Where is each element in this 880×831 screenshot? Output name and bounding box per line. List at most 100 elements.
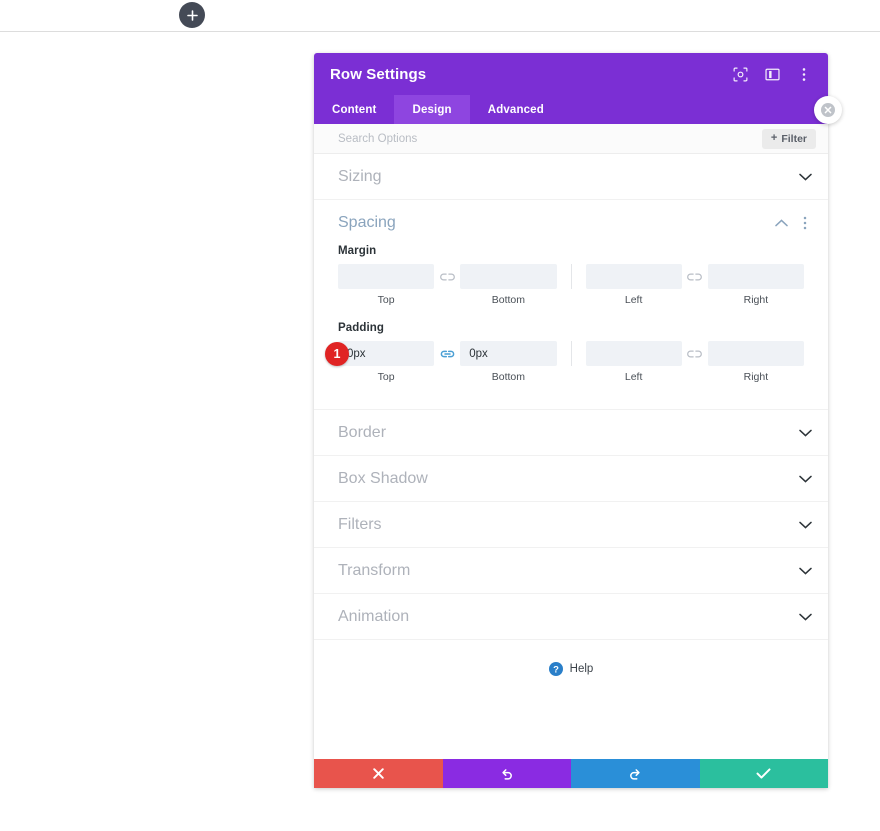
padding-top-field: Top xyxy=(338,341,435,383)
section-border: Border xyxy=(314,410,828,456)
margin-vertical-group: Top Bottom xyxy=(338,264,557,306)
plus-icon xyxy=(186,9,198,21)
padding-top-caption: Top xyxy=(377,371,395,383)
margin-horizontal-broken-link-icon[interactable] xyxy=(682,264,708,289)
margin-left-input[interactable] xyxy=(585,264,682,289)
search-options-row: + Filter xyxy=(314,124,828,154)
section-filters: Filters xyxy=(314,502,828,548)
section-transform-header[interactable]: Transform xyxy=(314,548,828,593)
undo-icon xyxy=(502,768,512,780)
padding-horizontal-group: Left Right xyxy=(585,341,804,383)
svg-text:?: ? xyxy=(553,664,559,675)
chevron-down-icon[interactable] xyxy=(798,610,812,624)
padding-top-input[interactable] xyxy=(338,341,435,366)
more-options-icon[interactable] xyxy=(796,66,812,82)
margin-left-caption: Left xyxy=(624,294,643,306)
margin-top-field: Top xyxy=(338,264,435,306)
section-border-label: Border xyxy=(338,423,387,441)
close-icon xyxy=(821,103,835,117)
section-box-shadow-header[interactable]: Box Shadow xyxy=(314,456,828,501)
page-title: Row Settings xyxy=(330,65,427,83)
filter-button[interactable]: + Filter xyxy=(761,128,816,149)
search-input[interactable] xyxy=(338,132,762,145)
section-box-shadow-label: Box Shadow xyxy=(338,469,428,487)
help-label: Help xyxy=(569,663,594,675)
padding-left-caption: Left xyxy=(624,371,643,383)
close-icon xyxy=(373,768,384,779)
padding-bottom-input[interactable] xyxy=(460,341,557,366)
margin-top-caption: Top xyxy=(377,294,395,306)
section-animation: Animation xyxy=(314,594,828,640)
section-box-shadow: Box Shadow xyxy=(314,456,828,502)
padding-bottom-caption: Bottom xyxy=(491,371,525,383)
panel-layout-icon[interactable] xyxy=(764,66,780,82)
margin-divider xyxy=(570,264,572,289)
modal-tabs: Content Design Advanced xyxy=(314,95,828,124)
add-section-button[interactable] xyxy=(179,2,205,28)
save-button[interactable] xyxy=(699,759,828,788)
chevron-down-icon[interactable] xyxy=(798,426,812,440)
padding-horizontal-broken-link-icon[interactable] xyxy=(682,341,708,366)
chevron-down-icon[interactable] xyxy=(798,518,812,532)
section-transform: Transform xyxy=(314,548,828,594)
header-icon-group xyxy=(732,66,812,82)
padding-divider xyxy=(570,341,572,366)
padding-vertical-linked-chain-icon[interactable] xyxy=(434,341,460,366)
step-number-badge: 1 xyxy=(325,342,349,366)
padding-vertical-group: Top Bottom xyxy=(338,341,557,383)
section-sizing-header[interactable]: Sizing xyxy=(314,154,828,199)
tab-content[interactable]: Content xyxy=(314,95,394,124)
check-icon xyxy=(756,768,771,779)
padding-right-caption: Right xyxy=(743,371,769,383)
margin-top-input[interactable] xyxy=(338,264,435,289)
close-modal-button[interactable] xyxy=(814,96,842,124)
margin-fields-row: Top Bottom Left Right xyxy=(338,264,804,306)
margin-vertical-broken-link-icon[interactable] xyxy=(434,264,460,289)
chevron-down-icon[interactable] xyxy=(798,472,812,486)
section-sizing: Sizing xyxy=(314,154,828,200)
modal-header: Row Settings xyxy=(314,53,828,95)
margin-right-input[interactable] xyxy=(707,264,804,289)
margin-horizontal-group: Left Right xyxy=(585,264,804,306)
redo-icon xyxy=(630,768,640,780)
undo-button[interactable] xyxy=(442,759,571,788)
discard-button[interactable] xyxy=(314,759,443,788)
margin-bottom-input[interactable] xyxy=(460,264,557,289)
section-spacing: Spacing Margin Top Bottom Left Right Pad… xyxy=(314,200,828,410)
tab-advanced[interactable]: Advanced xyxy=(470,95,562,124)
question-circle-icon: ? xyxy=(548,662,563,676)
filter-button-label: Filter xyxy=(781,132,807,145)
padding-right-input[interactable] xyxy=(707,341,804,366)
section-spacing-more-icon[interactable] xyxy=(798,216,812,230)
margin-bottom-field: Bottom xyxy=(460,264,557,306)
canvas-divider xyxy=(0,31,880,32)
section-animation-label: Animation xyxy=(338,607,410,625)
section-spacing-header[interactable]: Spacing xyxy=(314,200,828,245)
help-row[interactable]: ? Help xyxy=(314,640,828,706)
section-animation-header[interactable]: Animation xyxy=(314,594,828,639)
section-filters-header[interactable]: Filters xyxy=(314,502,828,547)
section-spacing-label: Spacing xyxy=(338,213,396,231)
margin-right-caption: Right xyxy=(743,294,769,306)
tab-design[interactable]: Design xyxy=(394,95,470,124)
builder-canvas: Row Settings Content Design Advanced Sea… xyxy=(0,0,880,831)
modal-footer xyxy=(314,759,828,788)
plus-icon: + xyxy=(770,132,778,144)
focus-target-icon[interactable] xyxy=(732,66,748,82)
padding-label: Padding xyxy=(338,322,385,334)
margin-label: Margin xyxy=(338,245,377,257)
section-filters-label: Filters xyxy=(338,515,382,533)
margin-bottom-caption: Bottom xyxy=(491,294,525,306)
margin-right-field: Right xyxy=(707,264,804,306)
settings-scroll-area[interactable]: Sizing Spacing Margin Top Bottom Left Ri… xyxy=(314,154,828,759)
padding-left-field: Left xyxy=(585,341,682,383)
chevron-down-icon[interactable] xyxy=(798,170,812,184)
redo-button[interactable] xyxy=(571,759,700,788)
section-spacing-body: Margin Top Bottom Left Right Padding 1 0… xyxy=(314,245,828,409)
padding-bottom-field: Bottom xyxy=(460,341,557,383)
margin-left-field: Left xyxy=(585,264,682,306)
section-border-header[interactable]: Border xyxy=(314,410,828,455)
chevron-down-icon[interactable] xyxy=(798,564,812,578)
chevron-up-icon[interactable] xyxy=(774,216,788,230)
padding-left-input[interactable] xyxy=(585,341,682,366)
